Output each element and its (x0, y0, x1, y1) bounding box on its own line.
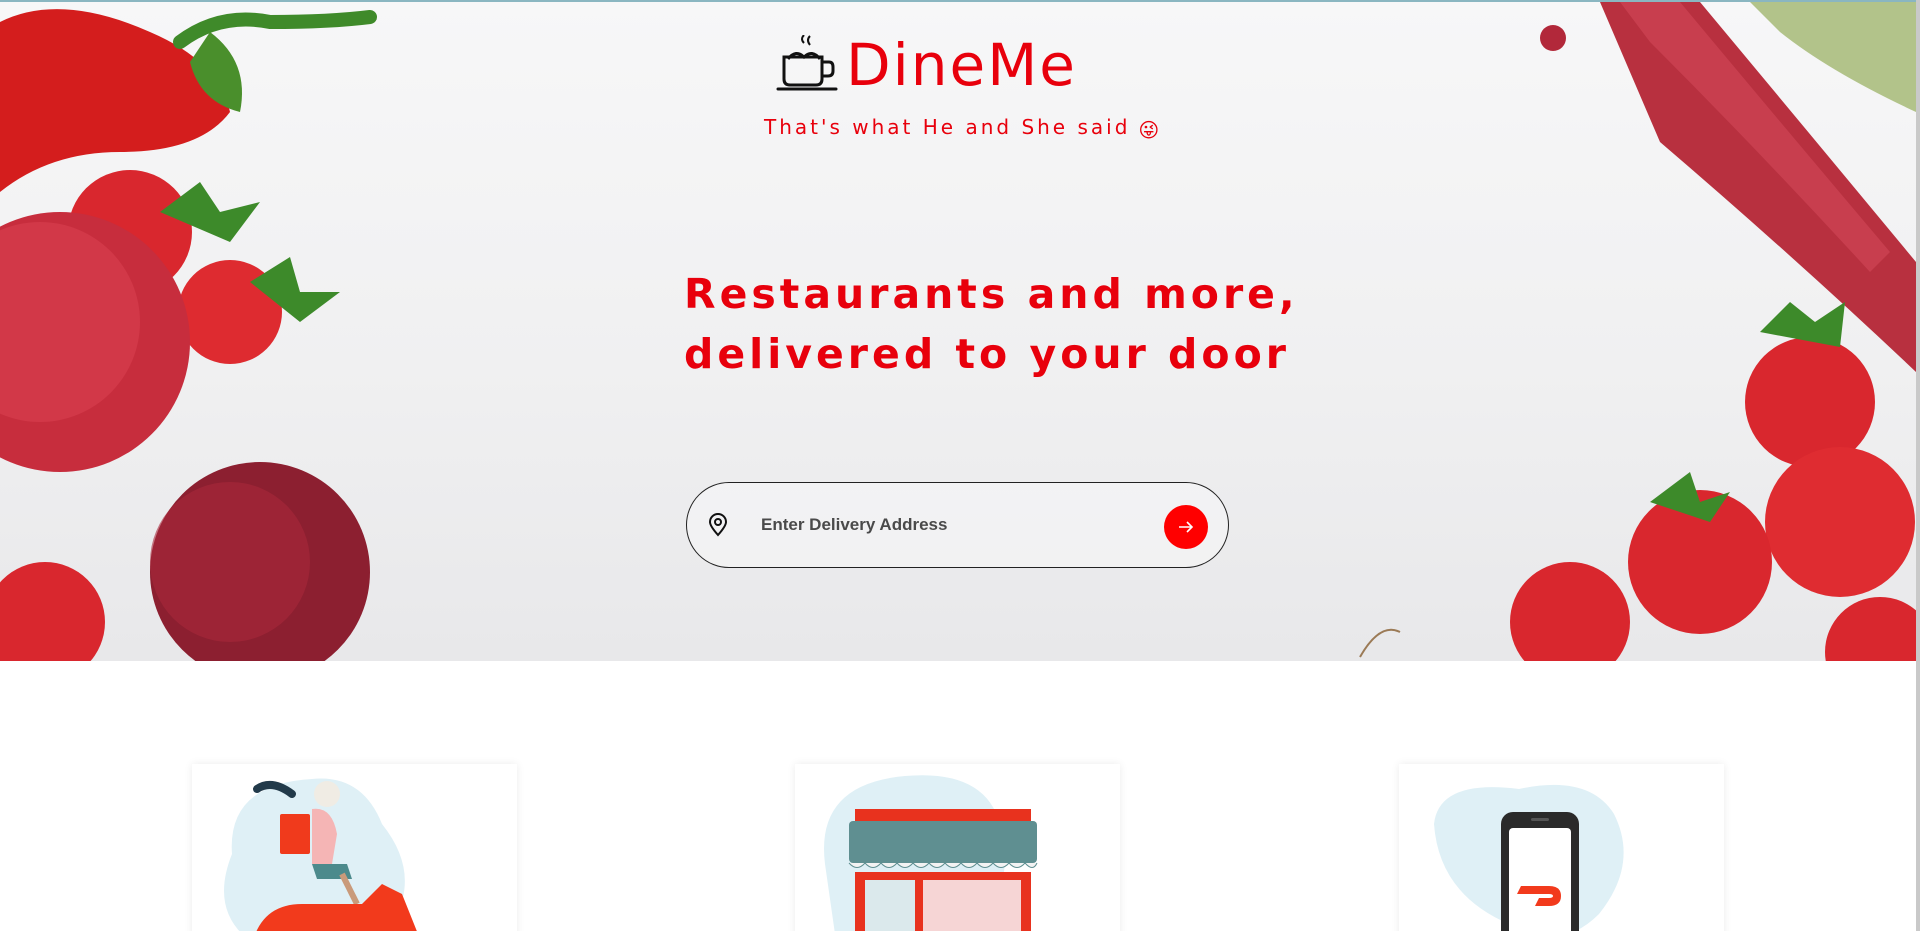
brand-logo[interactable]: DineMe (776, 30, 1077, 100)
delivery-address-search (686, 482, 1229, 568)
location-pin-icon (708, 513, 728, 537)
feature-card-storefront[interactable] (795, 764, 1120, 931)
feature-card-delivery[interactable] (192, 764, 517, 931)
hero-headline: Restaurants and more, delivered to your … (684, 264, 1324, 384)
mobile-app-illustration (1434, 784, 1624, 931)
winking-tongue-emoji-icon: 😜 (1138, 118, 1163, 142)
delivery-address-input[interactable] (761, 505, 1131, 545)
storefront-illustration (824, 775, 1038, 931)
scrollbar[interactable] (1916, 0, 1920, 931)
brand-name: DineMe (846, 31, 1077, 99)
tagline: That's what He and She said 😜 (764, 115, 1162, 142)
tagline-text: That's what He and She said (764, 115, 1131, 139)
submit-address-button[interactable] (1164, 505, 1208, 549)
scooter-courier-illustration (224, 778, 417, 931)
headline-line-2: delivered to your door (684, 330, 1290, 378)
hero-section: DineMe That's what He and She said 😜 Rest… (0, 0, 1916, 661)
feature-card-mobile-app[interactable] (1399, 764, 1724, 931)
coffee-cup-icon (776, 35, 838, 91)
headline-line-1: Restaurants and more, (684, 270, 1299, 318)
arrow-right-icon (1179, 521, 1194, 533)
